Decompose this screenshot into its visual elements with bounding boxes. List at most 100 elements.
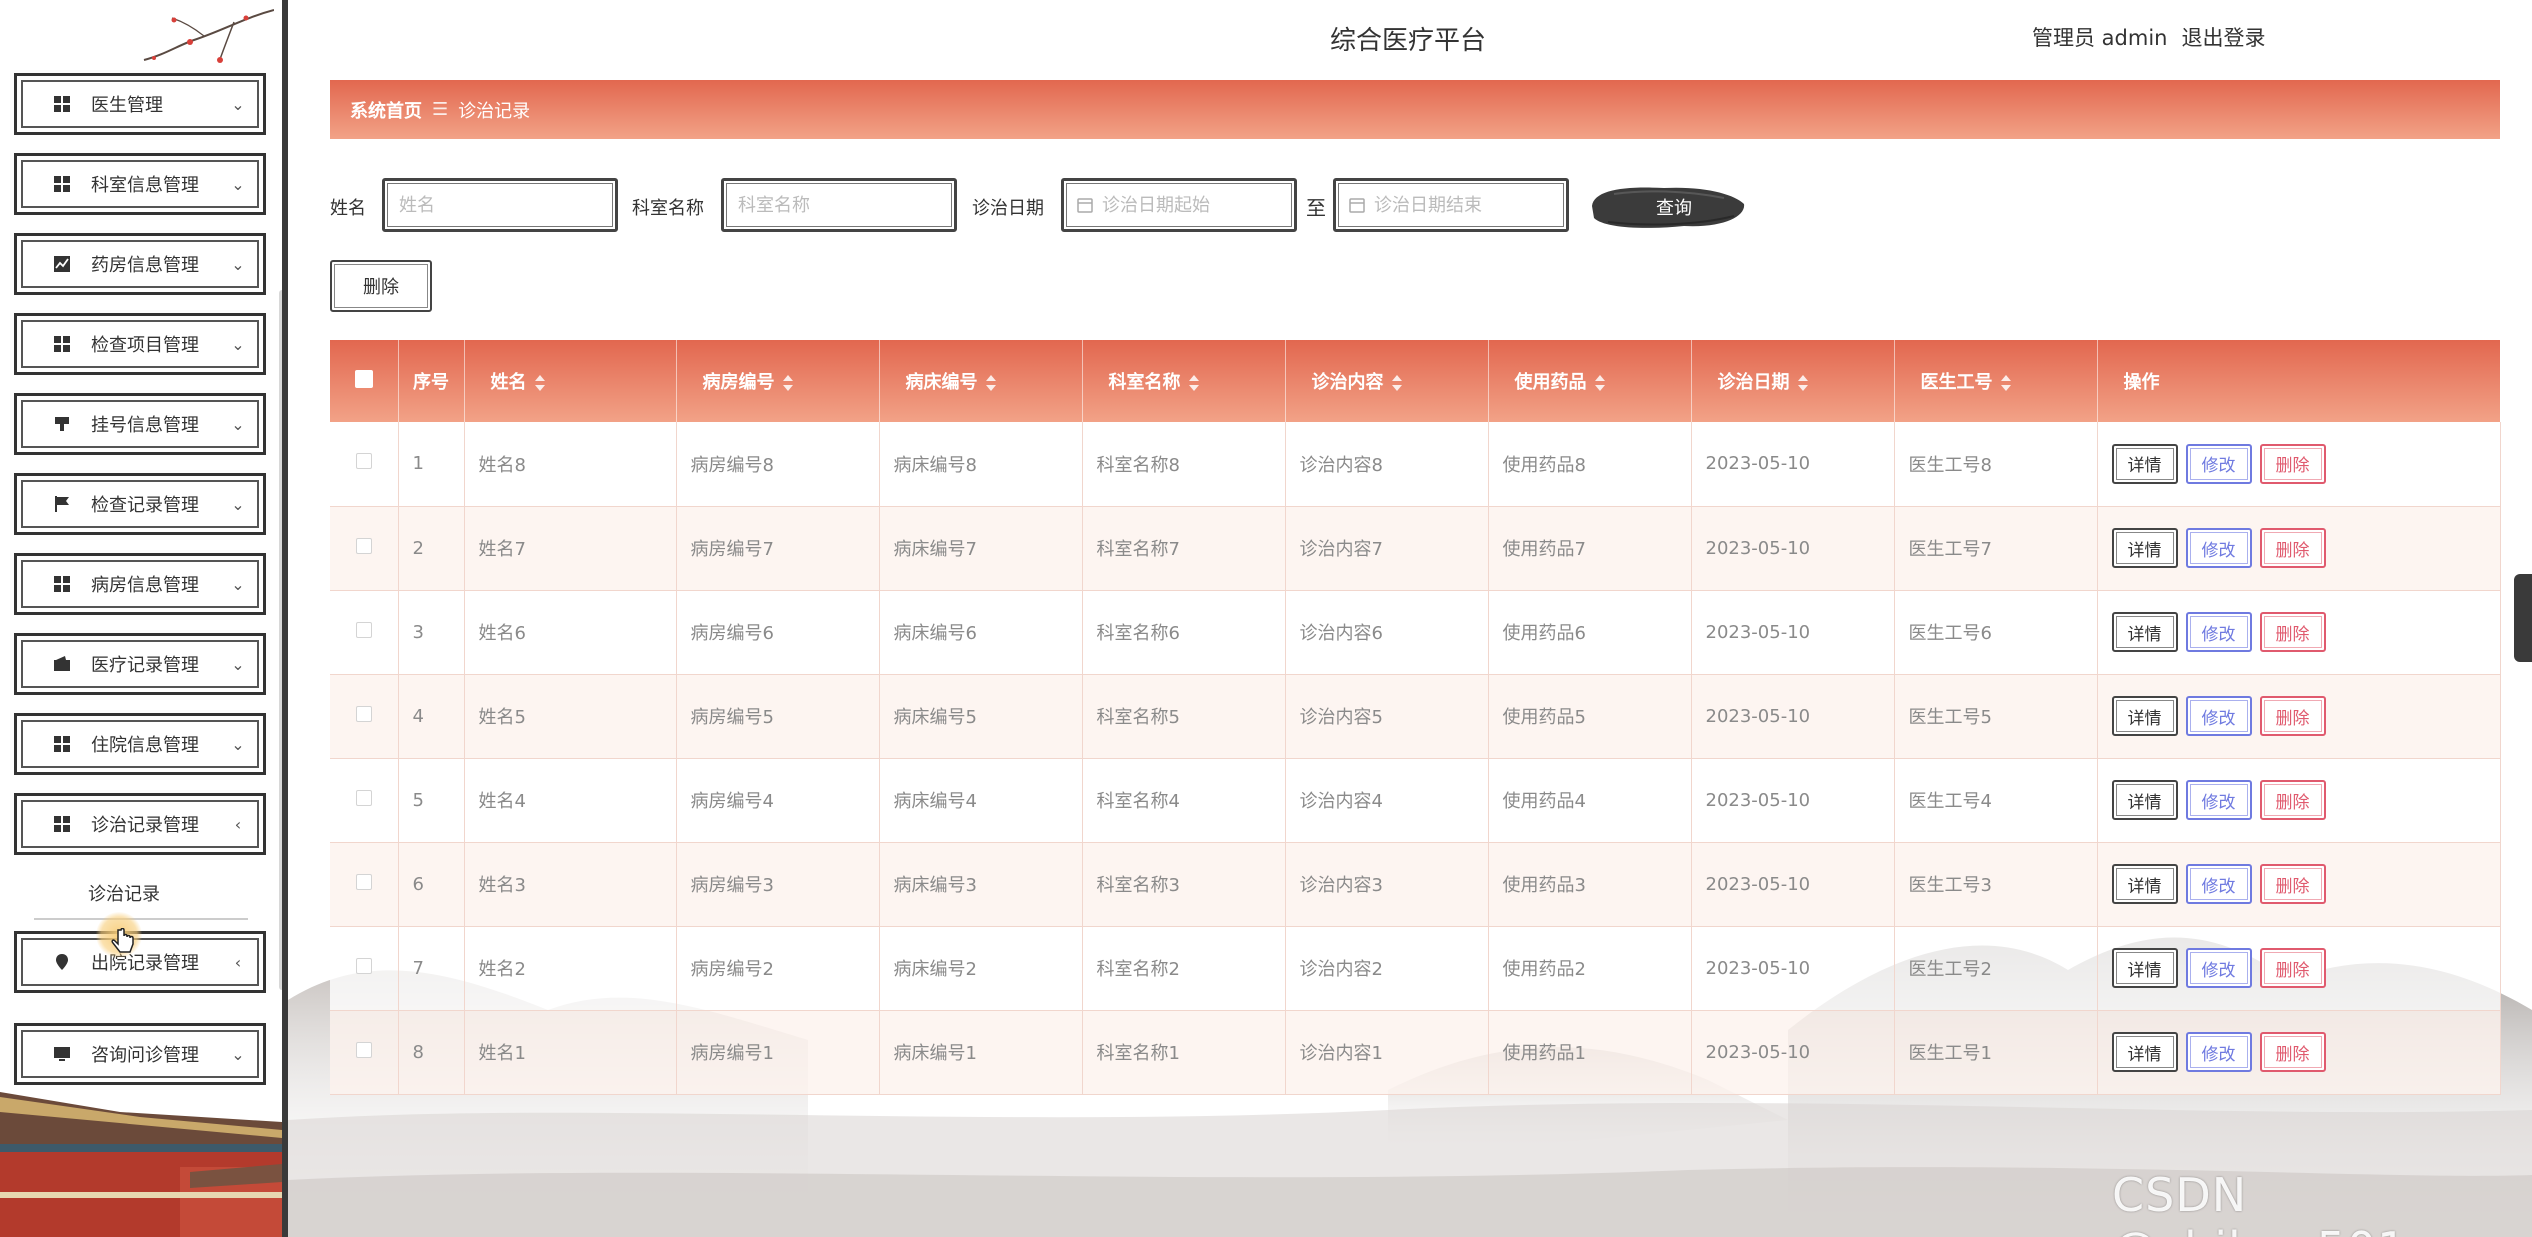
delete-button[interactable]: 删除	[2259, 612, 2326, 652]
sort-icon[interactable]	[985, 375, 996, 391]
delete-button[interactable]: 删除	[2259, 864, 2326, 904]
col-header-dept[interactable]: 科室名称	[1082, 340, 1286, 422]
detail-button[interactable]: 详情	[2111, 780, 2178, 820]
sidebar-item[interactable]: 住院信息管理 ⌄	[14, 713, 266, 775]
cell-dept: 科室名称4	[1082, 758, 1286, 843]
cell-index: 3	[398, 590, 465, 675]
sort-icon[interactable]	[782, 375, 793, 391]
delete-button[interactable]: 删除	[2259, 1032, 2326, 1072]
breadcrumb-home[interactable]: 系统首页	[350, 97, 422, 123]
sidebar-item[interactable]: 检查记录管理 ⌄	[14, 473, 266, 535]
edit-button[interactable]: 修改	[2185, 948, 2252, 988]
cell-doctor: 医生工号6	[1894, 590, 2098, 675]
col-header-content[interactable]: 诊治内容	[1285, 340, 1489, 422]
sidebar: 医生管理 ⌄ 科室信息管理 ⌄ 药房信息管理 ⌄ 检查项目管理 ⌄ 挂号信息管理 ⌄ 检查记录管理 ⌄…	[0, 0, 288, 1237]
cell-drug: 使用药品4	[1488, 758, 1692, 843]
cell-content: 诊治内容3	[1285, 842, 1489, 927]
row-checkbox[interactable]	[330, 674, 399, 759]
detail-button[interactable]: 详情	[2111, 1032, 2178, 1072]
cell-date: 2023-05-10	[1691, 1010, 1895, 1095]
date-start-picker[interactable]	[1061, 178, 1297, 232]
sidebar-item[interactable]: 诊治记录管理 ‹	[14, 793, 266, 855]
breadcrumb-separator-icon: ☰	[432, 99, 449, 120]
col-header-ward[interactable]: 病房编号	[676, 340, 880, 422]
sidebar-item[interactable]: 医生管理 ⌄	[14, 73, 266, 135]
sort-icon[interactable]	[1594, 375, 1605, 391]
sidebar-item-label: 科室信息管理	[91, 175, 199, 196]
sort-icon[interactable]	[534, 375, 545, 391]
row-checkbox[interactable]	[330, 758, 399, 843]
grid-icon	[51, 813, 73, 835]
detail-button[interactable]: 详情	[2111, 864, 2178, 904]
sidebar-item[interactable]: 科室信息管理 ⌄	[14, 153, 266, 215]
col-header-doctor[interactable]: 医生工号	[1894, 340, 2098, 422]
sidebar-item-label: 病房信息管理	[91, 575, 199, 596]
edit-button[interactable]: 修改	[2185, 1032, 2252, 1072]
sidebar-item[interactable]: 检查项目管理 ⌄	[14, 313, 266, 375]
name-input[interactable]	[382, 178, 618, 232]
detail-button[interactable]: 详情	[2111, 443, 2178, 484]
row-checkbox[interactable]	[330, 422, 399, 507]
sidebar-item-label: 检查记录管理	[91, 495, 199, 516]
delete-button[interactable]: 删除	[2259, 528, 2326, 568]
sidebar-item[interactable]: 医疗记录管理 ⌄	[14, 633, 266, 695]
edit-button[interactable]: 修改	[2185, 696, 2252, 736]
delete-button[interactable]: 删除	[2259, 443, 2326, 484]
date-start-input[interactable]	[1102, 194, 1282, 216]
cell-date: 2023-05-10	[1691, 926, 1895, 1011]
col-header-drug[interactable]: 使用药品	[1488, 340, 1692, 422]
dept-name-input[interactable]	[721, 178, 957, 232]
row-checkbox[interactable]	[330, 1010, 399, 1095]
edit-button[interactable]: 修改	[2185, 780, 2252, 820]
col-header-date[interactable]: 诊治日期	[1691, 340, 1895, 422]
cell-doctor: 医生工号8	[1894, 422, 2098, 507]
batch-delete-button[interactable]: 删除	[330, 260, 432, 312]
select-all-checkbox[interactable]	[330, 340, 399, 422]
row-checkbox[interactable]	[330, 590, 399, 675]
location-pin-icon	[51, 951, 73, 973]
date-end-input[interactable]	[1374, 194, 1554, 216]
row-checkbox[interactable]	[330, 926, 399, 1011]
cell-drug: 使用药品7	[1488, 506, 1692, 591]
delete-button[interactable]: 删除	[2259, 948, 2326, 988]
sidebar-item[interactable]: 挂号信息管理 ⌄	[14, 393, 266, 455]
sidebar-item[interactable]: 药房信息管理 ⌄	[14, 233, 266, 295]
sort-icon[interactable]	[1188, 375, 1199, 391]
edit-button[interactable]: 修改	[2185, 528, 2252, 568]
search-button[interactable]: 查询	[1584, 176, 1748, 238]
logout-link[interactable]: 退出登录	[2181, 22, 2265, 52]
side-collapse-tab[interactable]	[2514, 574, 2532, 662]
cell-actions: 详情 修改 删除	[2097, 674, 2501, 759]
plum-branch-decoration	[143, 9, 274, 63]
cell-date: 2023-05-10	[1691, 422, 1895, 507]
detail-button[interactable]: 详情	[2111, 696, 2178, 736]
cell-content: 诊治内容1	[1285, 1010, 1489, 1095]
search-button-label: 查询	[1656, 198, 1692, 218]
edit-button[interactable]: 修改	[2185, 612, 2252, 652]
cell-name: 姓名1	[464, 1010, 677, 1095]
sort-icon[interactable]	[2000, 375, 2011, 391]
sidebar-item[interactable]: 病房信息管理 ⌄	[14, 553, 266, 615]
sidebar-scrollbar[interactable]	[279, 290, 282, 990]
detail-button[interactable]: 详情	[2111, 612, 2178, 652]
cell-drug: 使用药品6	[1488, 590, 1692, 675]
delete-button[interactable]: 删除	[2259, 696, 2326, 736]
row-checkbox[interactable]	[330, 842, 399, 927]
sort-icon[interactable]	[1797, 375, 1808, 391]
sidebar-subitem-treatment-records[interactable]: 诊治记录	[88, 880, 160, 906]
col-header-bed[interactable]: 病床编号	[879, 340, 1083, 422]
cell-dept: 科室名称8	[1082, 422, 1286, 507]
breadcrumb: 系统首页 ☰ 诊治记录	[330, 80, 2500, 139]
edit-button[interactable]: 修改	[2185, 864, 2252, 904]
cell-index: 1	[398, 422, 465, 507]
cell-bed: 病床编号1	[879, 1010, 1083, 1095]
delete-button[interactable]: 删除	[2259, 780, 2326, 820]
date-end-picker[interactable]	[1333, 178, 1569, 232]
detail-button[interactable]: 详情	[2111, 948, 2178, 988]
col-header-name[interactable]: 姓名	[464, 340, 677, 422]
edit-button[interactable]: 修改	[2185, 443, 2252, 484]
row-checkbox[interactable]	[330, 506, 399, 591]
sort-icon[interactable]	[1391, 375, 1402, 391]
detail-button[interactable]: 详情	[2111, 528, 2178, 568]
cell-dept: 科室名称3	[1082, 842, 1286, 927]
